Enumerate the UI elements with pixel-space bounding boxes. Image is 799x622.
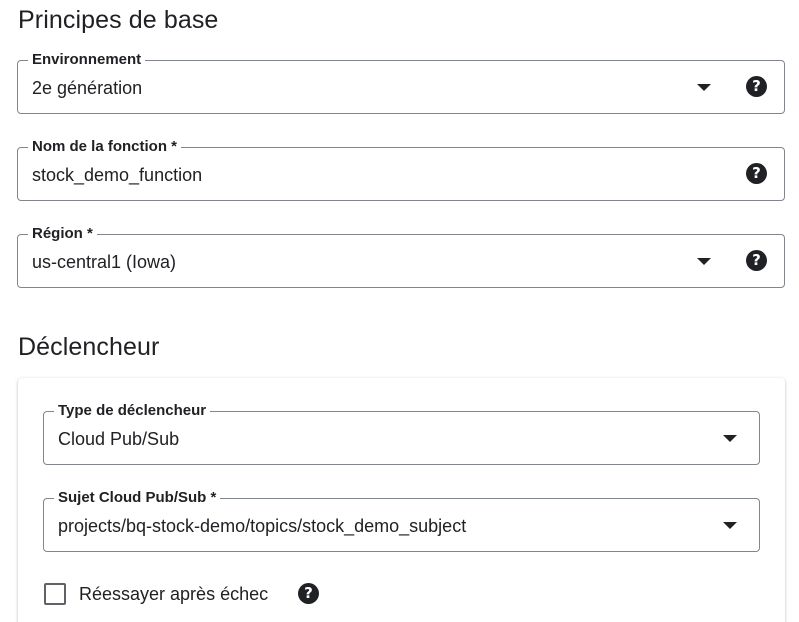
pubsub-topic-label: Sujet Cloud Pub/Sub *: [54, 489, 221, 507]
pubsub-topic-value: projects/bq-stock-demo/topics/stock_demo…: [58, 516, 467, 536]
region-select[interactable]: Région * us-central1 (Iowa) ?: [17, 225, 785, 288]
cloud-function-config-page: Principes de base Environnement 2e génér…: [0, 0, 799, 622]
arrow-drop-down-icon: [723, 522, 737, 529]
environment-value: 2e génération: [32, 78, 143, 98]
region-value: us-central1 (Iowa): [32, 252, 177, 272]
function-name-field[interactable]: Nom de la fonction * stock_demo_function…: [17, 138, 785, 201]
environment-select[interactable]: Environnement 2e génération ?: [17, 51, 785, 114]
help-circle-icon[interactable]: ?: [746, 76, 767, 97]
pubsub-topic-select[interactable]: Sujet Cloud Pub/Sub * projects/bq-stock-…: [43, 489, 760, 552]
help-circle-icon[interactable]: ?: [746, 250, 767, 271]
trigger-type-label: Type de déclencheur: [54, 402, 211, 420]
environment-label: Environnement: [28, 51, 146, 69]
region-label: Région *: [28, 225, 97, 243]
trigger-type-value: Cloud Pub/Sub: [58, 429, 180, 449]
retry-on-failure-checkbox[interactable]: [44, 583, 66, 605]
help-circle-icon[interactable]: ?: [746, 163, 767, 184]
basics-section-title: Principes de base: [18, 6, 219, 34]
arrow-drop-down-icon: [697, 258, 711, 265]
help-circle-icon[interactable]: ?: [298, 583, 319, 604]
retry-on-failure-label[interactable]: Réessayer après échec: [79, 583, 268, 605]
function-name-label: Nom de la fonction *: [28, 138, 182, 156]
trigger-section-title: Déclencheur: [18, 333, 160, 361]
arrow-drop-down-icon: [723, 435, 737, 442]
arrow-drop-down-icon: [697, 84, 711, 91]
function-name-value: stock_demo_function: [32, 165, 203, 185]
trigger-type-select[interactable]: Type de déclencheur Cloud Pub/Sub: [43, 402, 760, 465]
